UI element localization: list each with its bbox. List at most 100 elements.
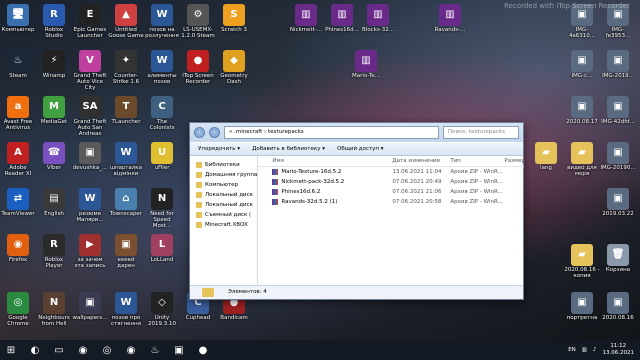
app-icon: S [223,4,245,26]
desktop-icon[interactable]: ✦ Counter-Strike 1.6 [108,50,144,85]
task-view-icon[interactable]: ▭ [48,341,70,359]
file-row[interactable]: Nickmett-pack-32d.5.2 07.06.2021 20:49 Арх… [258,177,524,187]
desktop-icon[interactable]: SA Grand Theft Auto San Andreas [72,96,108,137]
desktop-icon[interactable]: ▣ devushka_... [72,142,108,171]
browser-icon[interactable]: ◉ [120,341,142,359]
desktop-icon[interactable]: ▣ 2019.03.22 [600,188,636,217]
desktop-icon[interactable]: ▣ IMG-2019... [600,50,636,79]
steam-icon[interactable]: ♨ [144,341,166,359]
explorer-window[interactable]: ‹ › « .minecraft › texturepacks Поиск: t… [189,122,525,300]
search-icon[interactable]: ◐ [24,341,46,359]
nav-item-local-disk-c[interactable]: Локальный диск [190,190,257,200]
desktop-icon[interactable]: L LoLLand [144,234,180,263]
start-button[interactable]: ⊞ [0,341,22,359]
desktop-icon[interactable]: ▶ за зачем эта запись [72,234,108,269]
desktop-icon[interactable]: ▣ IMG-42dfd... [600,96,636,125]
firefox-icon[interactable]: ◉ [72,341,94,359]
desktop-icon[interactable]: ▥ Ravands-... [432,4,468,33]
search-input[interactable]: Поиск: texturepacks [443,126,519,139]
desktop-icon[interactable]: Wрезюме Маляри... [72,188,108,223]
desktop-icon[interactable]: ⚙ LS-USEMX-1.2.0 Steam [180,4,216,39]
explorer-toolbar: Упорядочить ▾ Добавить в библиотеку ▾ Об… [190,142,523,156]
column-name[interactable]: Имя [258,156,392,166]
desktop-icon[interactable]: V Grand Theft Auto Vice City [72,50,108,91]
forward-icon[interactable]: › [209,127,220,138]
desktop-icon[interactable]: ◆ Geometry Dash [216,50,252,85]
organize-button[interactable]: Упорядочить ▾ [198,146,240,152]
desktop-icon[interactable]: N Neighbours from Hell [36,292,72,327]
desktop-icon[interactable]: ♨ Steam [0,50,36,79]
desktop-icon[interactable]: ◇ Unity 2019.3.10 [144,292,180,327]
add-to-library-button[interactable]: Добавить в библиотеку ▾ [252,146,325,152]
column-size[interactable]: Размер [504,156,525,166]
desktop-icon[interactable]: ⌂ Townscaper [108,188,144,217]
desktop-icon[interactable]: Wшпаргалка відмінки [108,142,144,177]
desktop-icon[interactable]: ⚡ Winamp [36,50,72,79]
clock[interactable]: 11:12 13.06.2021 [603,343,635,357]
desktop-icon[interactable]: ▤ English [36,188,72,217]
desktop-icon[interactable]: a Avast Free Antivirus [0,96,36,131]
desktop-icon[interactable]: ▣ wallpapers... [72,292,108,321]
share-button[interactable]: Общий доступ ▾ [337,146,384,152]
desktop-icon[interactable]: M MediaGet [36,96,72,125]
chrome-icon[interactable]: ◎ [96,341,118,359]
column-type[interactable]: Тип [450,156,504,166]
desktop-icon[interactable]: ▰ 2020.08.16 - копия [564,244,600,279]
desktop-icon[interactable]: ▣ 2020.08.17 [564,96,600,125]
nav-item-libraries[interactable]: Библиотеки [190,160,257,170]
app-icon: 🗑 [607,244,629,266]
desktop-icon[interactable]: 🖥 Компьютер [0,4,36,33]
desktop-icon[interactable]: T TLauncher [108,96,144,125]
column-date[interactable]: Дата изменения [392,156,450,166]
desktop-icon[interactable]: ▣ IMG-20190... [600,142,636,171]
app-icon: ▣ [607,50,629,72]
file-size [504,167,524,177]
desktop-icon[interactable]: ▰ lang [528,142,564,171]
desktop-icon[interactable]: ☎ Viber [36,142,72,171]
nav-item-computer[interactable]: Компьютер [190,180,257,190]
desktop-icon[interactable]: ▥ Blocks-32... [360,4,396,33]
explorer-icon[interactable]: ▣ [168,341,190,359]
nav-item-minecraft-folder[interactable]: Minecraft.XBOX [190,220,257,230]
desktop-icon[interactable]: ▰ видео для моря [564,142,600,177]
desktop-icon[interactable]: R Roblox Player [36,234,72,269]
desktop-icon[interactable]: ◎ Google Chrome [0,292,36,327]
desktop-icon[interactable]: A Adobe Reader XI [0,142,36,177]
app-icon: ▣ [571,50,593,72]
desktop-icon[interactable]: ▥ Nickmett-... [288,4,324,33]
desktop-icon[interactable]: ◉ Firefox [0,234,36,263]
desktop-icon[interactable]: R Roblox Studio [36,4,72,39]
desktop-icon[interactable]: Wалименты позов [144,50,180,85]
volume-icon[interactable]: ♪ [593,347,597,353]
file-row[interactable]: Mario-Texture-16d.5.2 13.06.2021 11:04 Арх… [258,167,524,177]
desktop-icon[interactable]: Wпозов про стягнення [108,292,144,327]
file-row[interactable]: Phines16d.6.2 07.06.2021 21:06 Архив ZIP -… [258,187,524,197]
desktop-icon[interactable]: C The Colonists [144,96,180,131]
desktop-icon[interactable]: N Need for Speed Most... [144,188,180,229]
desktop-icon-label: Need for Speed Most... [150,211,174,229]
nav-item-removable-disk[interactable]: Съемный диск ( [190,210,257,220]
file-row[interactable]: Ravands-32d.5.2 (1) 07.06.2021 20:58 Архив… [258,197,524,207]
desktop-icon[interactable]: ▣ портретна [564,292,600,321]
language-indicator[interactable]: EN [568,347,576,353]
desktop-icon[interactable]: ▥ Mario-Te... [348,50,384,79]
desktop-icon[interactable]: ⇄ TeamViewer [0,188,36,217]
desktop-icon[interactable]: 🗑 Корзина [600,244,636,273]
nav-item-homegroup[interactable]: Домашняя группа [190,170,257,180]
desktop-icon[interactable]: ▲ Untitled Goose Game [108,4,144,39]
desktop-icon[interactable]: ▣ 2020.08.16 [600,292,636,321]
desktop-icon[interactable]: S Scratch 3 [216,4,252,33]
desktop-icon[interactable]: Wпозов на розлучення [144,4,180,39]
desktop-icon[interactable]: ▣ еееей дарен [108,234,144,269]
back-icon[interactable]: ‹ [194,127,205,138]
desktop-icon[interactable]: ▥ Phines16d... [324,4,360,33]
nav-item-local-disk-d[interactable]: Локальный диск [190,200,257,210]
address-field[interactable]: « .minecraft › texturepacks [224,126,439,139]
desktop-icon[interactable]: E Epic Games Launcher [72,4,108,39]
desktop-icon[interactable]: UuFiler [144,142,180,171]
desktop-icon[interactable]: ● iTop Screen Recorder [180,50,216,85]
network-icon[interactable]: ▥ [582,347,587,353]
app-icon: ⚡ [43,50,65,72]
recorder-icon[interactable]: ● [192,341,214,359]
desktop-icon[interactable]: ▣ IMG-c... [564,50,600,79]
